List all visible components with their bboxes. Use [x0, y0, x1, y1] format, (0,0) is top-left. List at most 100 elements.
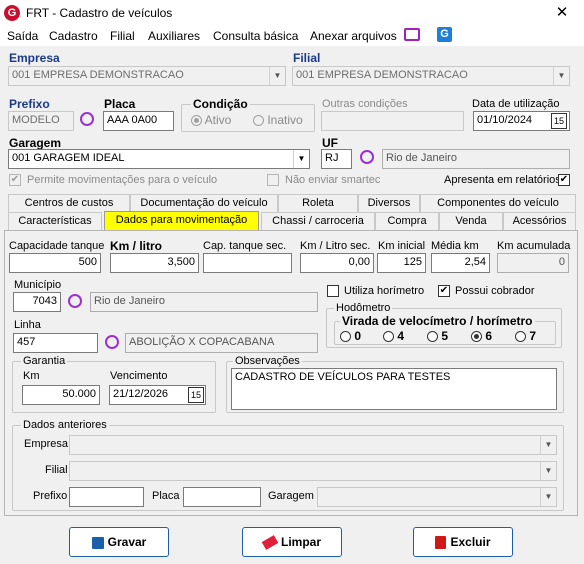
- excluir-button[interactable]: Excluir: [413, 527, 513, 557]
- virada-label: Virada de velocímetro / horímetro: [340, 314, 535, 328]
- empresa-label: Empresa: [9, 51, 60, 65]
- ant-placa-field[interactable]: [183, 487, 261, 507]
- ant-placa-label: Placa: [152, 490, 180, 502]
- ant-prefixo-label: Prefixo: [33, 490, 68, 502]
- garagem-label: Garagem: [9, 136, 62, 150]
- tab-compra[interactable]: Compra: [375, 212, 439, 231]
- tab-caracteristicas[interactable]: Características: [8, 212, 102, 231]
- placa-field[interactable]: AAA 0A00: [103, 111, 174, 131]
- data-utilizacao-label: Data de utilização: [472, 98, 560, 110]
- prefixo-field[interactable]: MODELO: [8, 111, 74, 131]
- outras-label: Outras condições: [322, 98, 408, 110]
- monitor-icon[interactable]: [404, 28, 420, 41]
- possui-cobrador-label: Possui cobrador: [455, 285, 535, 297]
- observacoes-title: Observações: [233, 355, 302, 367]
- garantia-km-label: Km: [23, 370, 40, 382]
- menu-auxiliares[interactable]: Auxiliares: [148, 29, 200, 43]
- apresenta-label: Apresenta em relatórios: [444, 174, 561, 186]
- media-km-field[interactable]: 2,54: [431, 253, 490, 273]
- search-prefixo-icon[interactable]: [80, 112, 94, 126]
- menu-cadastro[interactable]: Cadastro: [49, 29, 98, 43]
- tab-diversos[interactable]: Diversos: [358, 194, 420, 213]
- close-button[interactable]: ✕: [540, 0, 584, 26]
- possui-cobrador-checkbox[interactable]: ✔: [438, 285, 450, 297]
- cap-tanque-sec-field[interactable]: [203, 253, 292, 273]
- search-uf-icon[interactable]: [360, 150, 374, 164]
- garantia-title: Garantia: [21, 355, 68, 367]
- garagem-combo[interactable]: 001 GARAGEM IDEAL ▼: [8, 149, 310, 169]
- filial-combo[interactable]: 001 EMPRESA DEMONSTRACAO ▼: [292, 66, 570, 86]
- utiliza-horimetro-checkbox[interactable]: [327, 285, 339, 297]
- ant-filial-label: Filial: [45, 464, 68, 476]
- hodometro-title: Hodômetro: [334, 302, 393, 314]
- prefixo-label: Prefixo: [9, 97, 50, 111]
- municipio-code[interactable]: 7043: [13, 292, 61, 312]
- condicao-ativo[interactable]: Ativo: [191, 113, 231, 127]
- menu-filial[interactable]: Filial: [110, 29, 135, 43]
- limpar-button[interactable]: Limpar: [242, 527, 342, 557]
- virada-option-5[interactable]: 5: [427, 329, 448, 343]
- permite-checkbox[interactable]: ✔: [9, 174, 21, 186]
- km-inicial-label: Km inicial: [378, 240, 426, 252]
- cap-tanque-label: Capacidade tanque: [9, 240, 105, 252]
- uf-desc: Rio de Janeiro: [382, 149, 570, 169]
- calendar-icon[interactable]: 15: [551, 113, 567, 129]
- virada-option-6[interactable]: 6: [471, 329, 492, 343]
- cap-tanque-sec-label: Cap. tanque sec.: [203, 240, 287, 252]
- empresa-combo[interactable]: 001 EMPRESA DEMONSTRACAO ▼: [8, 66, 286, 86]
- linha-code[interactable]: 457: [13, 333, 98, 353]
- linha-desc: ABOLIÇÃO X COPACABANA: [125, 333, 318, 353]
- virada-option-4[interactable]: 4: [383, 329, 404, 343]
- app-logo-icon: G: [4, 5, 20, 21]
- ant-empresa-label: Empresa: [24, 438, 69, 450]
- window-title: FRT - Cadastro de veículos: [26, 6, 173, 20]
- cap-tanque-field[interactable]: 500: [9, 253, 101, 273]
- km-acumulada-field: 0: [497, 253, 569, 273]
- calendar-vencimento-icon[interactable]: 15: [188, 387, 204, 403]
- km-litro-sec-field[interactable]: 0,00: [300, 253, 374, 273]
- outras-field[interactable]: [321, 111, 464, 131]
- save-icon: [91, 536, 104, 549]
- virada-option-0[interactable]: 0: [340, 329, 361, 343]
- vencimento-label: Vencimento: [110, 370, 168, 382]
- municipio-desc: Rio de Janeiro: [90, 292, 318, 312]
- ant-garagem-label: Garagem: [268, 490, 314, 502]
- km-litro-label: Km / litro: [110, 239, 163, 253]
- permite-label: Permite movimentações para o veículo: [27, 174, 218, 186]
- municipio-label: Município: [14, 279, 62, 291]
- nao-enviar-checkbox[interactable]: [267, 174, 279, 186]
- ant-empresa-combo[interactable]: ▼: [69, 435, 557, 455]
- menu-consulta-basica[interactable]: Consulta básica: [213, 29, 298, 43]
- media-km-label: Média km: [431, 240, 479, 252]
- search-linha-icon[interactable]: [105, 335, 119, 349]
- eraser-icon: [261, 535, 279, 551]
- menu-anexar-arquivos[interactable]: Anexar arquivos: [310, 29, 397, 43]
- g-app-icon[interactable]: G: [437, 27, 452, 42]
- tab-roleta[interactable]: Roleta: [278, 194, 358, 213]
- km-litro-sec-label: Km / Litro sec.: [300, 240, 371, 252]
- condicao-inativo[interactable]: Inativo: [253, 113, 303, 127]
- gravar-button[interactable]: Gravar: [69, 527, 169, 557]
- virada-option-7[interactable]: 7: [515, 329, 536, 343]
- garantia-km-field[interactable]: 50.000: [22, 385, 100, 405]
- uf-field[interactable]: RJ: [321, 149, 352, 169]
- tab-chassi-carroceria[interactable]: Chassi / carroceria: [261, 212, 375, 231]
- ant-filial-combo[interactable]: ▼: [69, 461, 557, 481]
- tab-dados-movimentacao[interactable]: Dados para movimentação: [104, 211, 259, 231]
- tab-acessorios[interactable]: Acessórios: [503, 212, 576, 231]
- menu-saida[interactable]: Saída: [7, 29, 38, 43]
- observacoes-field[interactable]: CADASTRO DE VEÍCULOS PARA TESTES: [231, 368, 557, 410]
- apresenta-checkbox[interactable]: ✔: [558, 174, 570, 186]
- filial-label: Filial: [293, 51, 321, 65]
- condicao-label: Condição: [191, 97, 250, 111]
- km-litro-field[interactable]: 3,500: [110, 253, 199, 273]
- ant-prefixo-field[interactable]: [69, 487, 144, 507]
- search-municipio-icon[interactable]: [68, 294, 82, 308]
- tab-componentes[interactable]: Componentes do veículo: [420, 194, 576, 213]
- km-inicial-field[interactable]: 125: [377, 253, 426, 273]
- ant-garagem-combo[interactable]: ▼: [317, 487, 557, 507]
- linha-label: Linha: [14, 319, 41, 331]
- tab-venda[interactable]: Venda: [439, 212, 503, 231]
- placa-label: Placa: [104, 97, 136, 111]
- trash-icon: [435, 536, 447, 550]
